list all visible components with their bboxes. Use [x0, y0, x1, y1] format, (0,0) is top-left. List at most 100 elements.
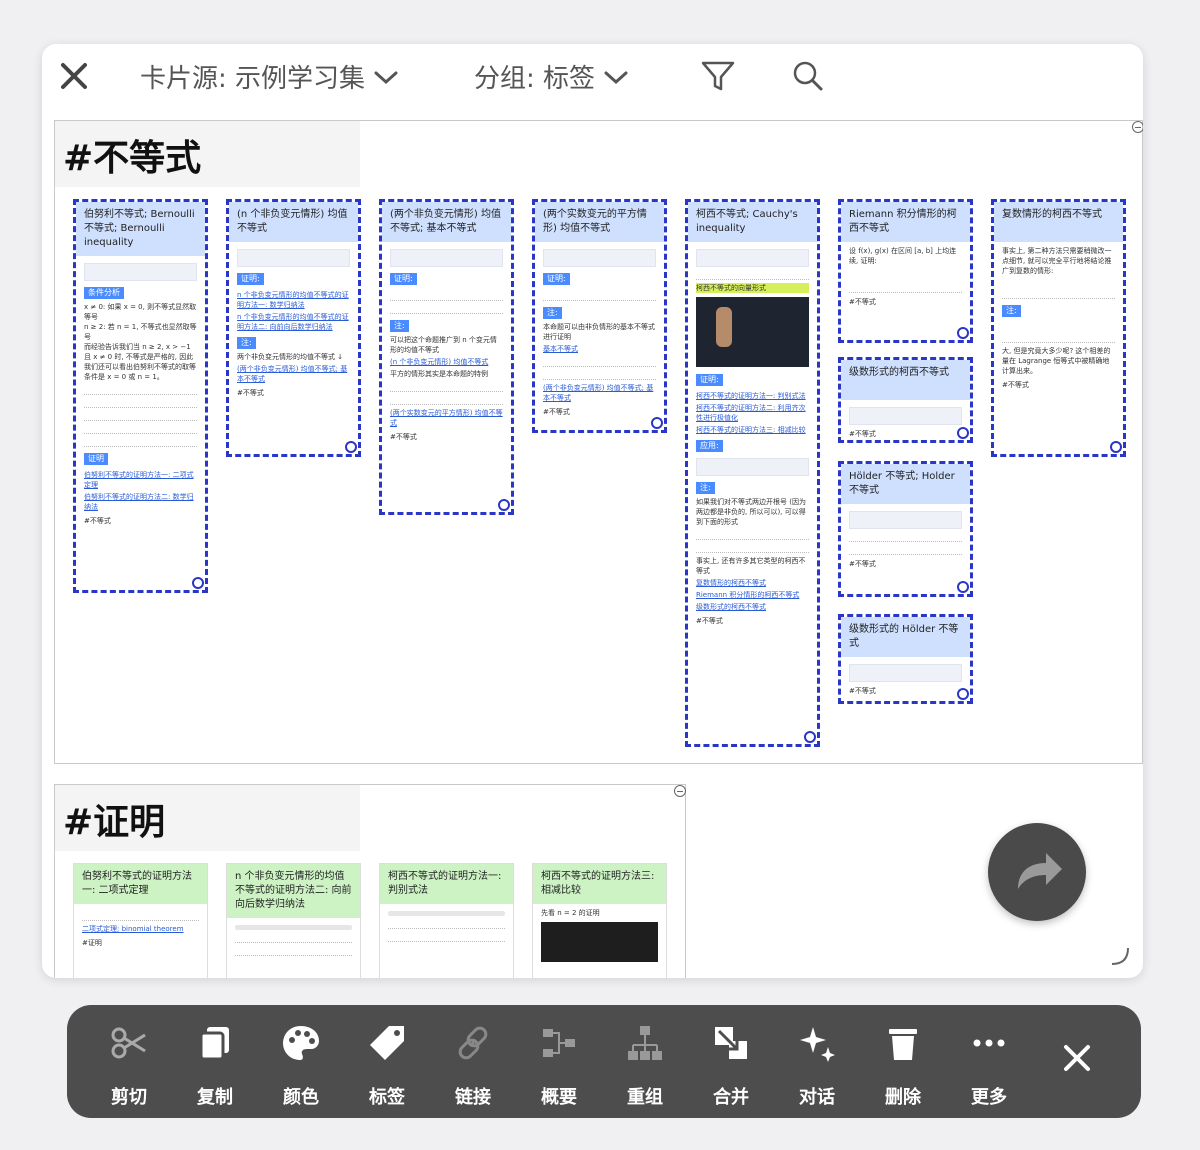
resize-handle-icon[interactable]	[498, 499, 510, 511]
resize-corner-icon[interactable]	[1108, 944, 1132, 968]
card-tag[interactable]: #不等式	[390, 432, 503, 442]
card-proof-bernoulli[interactable]: 伯努利不等式的证明方法一: 二项式定理 二项式定理; binomial theo…	[73, 863, 208, 978]
card-title: 伯努利不等式的证明方法一: 二项式定理	[74, 864, 207, 904]
card-line: 大, 但是究竟大多少呢? 这个相差的量在 Lagrange 恒等式中被精确地计算…	[1002, 347, 1111, 375]
resize-handle-icon[interactable]	[1110, 441, 1122, 453]
resize-handle-icon[interactable]	[804, 731, 816, 743]
toolbar-close-button[interactable]	[1037, 1038, 1117, 1082]
card-tag[interactable]: #不等式	[849, 429, 962, 439]
tool-label: 重组	[627, 1087, 663, 1108]
section-label: 注:	[237, 337, 256, 349]
card-cauchy[interactable]: 柯西不等式; Cauchy's inequality 柯西不等式的向量形式 证明…	[685, 199, 820, 747]
card-riemann-cauchy[interactable]: Riemann 积分情形的柯西不等式 设 f(x), g(x) 在区间 [a, …	[838, 199, 973, 343]
card-bernoulli[interactable]: 伯努利不等式; Bernoulli 不等式; Bernoulli inequal…	[73, 199, 208, 593]
tool-label: 链接	[455, 1087, 491, 1108]
card-highlight: 柯西不等式的向量形式	[696, 283, 809, 293]
card-browser-panel: 卡片源: 示例学习集 分组: 标签 #不等式 伯努利不等式; Bernoulli…	[42, 44, 1143, 978]
color-button[interactable]: 颜色	[261, 1023, 341, 1109]
resize-handle-icon[interactable]	[957, 688, 969, 700]
copy-icon	[199, 1027, 229, 1061]
filter-icon[interactable]	[700, 58, 736, 94]
collapse-group-icon[interactable]	[674, 785, 686, 797]
card-image	[390, 249, 503, 267]
card-link[interactable]: (两个非负变元情形) 均值不等式; 基本不等式	[543, 383, 656, 403]
card-tag[interactable]: #不等式	[849, 686, 962, 696]
card-proof-cauchy-3[interactable]: 柯西不等式的证明方法三: 相减比较 先看 n = 2 的证明	[532, 863, 667, 978]
card-mean-inequality-2[interactable]: (两个非负变元情形) 均值不等式; 基本不等式 证明: 注: 可以把这个命题推广…	[379, 199, 514, 515]
section-label: 证明:	[390, 273, 417, 285]
tag-button[interactable]: 标签	[347, 1023, 427, 1109]
resize-handle-icon[interactable]	[192, 577, 204, 589]
video-thumbnail[interactable]	[696, 297, 809, 367]
share-button[interactable]	[988, 823, 1086, 921]
card-line: x ≠ 0: 如果 x = 0, 则不等式显然取等号	[84, 303, 197, 321]
card-tag[interactable]: #不等式	[543, 407, 656, 417]
resize-handle-icon[interactable]	[345, 441, 357, 453]
resize-handle-icon[interactable]	[957, 427, 969, 439]
collapse-group-icon[interactable]	[1132, 121, 1143, 133]
resize-handle-icon[interactable]	[651, 417, 663, 429]
card-tag[interactable]: #不等式	[1002, 380, 1115, 390]
card-tag[interactable]: #不等式	[237, 388, 350, 398]
card-holder[interactable]: Hölder 不等式; Holder 不等式 #不等式	[838, 461, 973, 597]
link-button[interactable]: 链接	[433, 1023, 513, 1109]
card-tag[interactable]: #不等式	[84, 516, 197, 526]
card-title: 复数情形的柯西不等式	[994, 202, 1123, 242]
card-mean-inequality-n[interactable]: (n 个非负变元情形) 均值不等式 证明: n 个非负变元情形的均值不等式的证明…	[226, 199, 361, 457]
merge-icon	[715, 1027, 747, 1059]
card-link[interactable]: 基本不等式	[543, 344, 656, 354]
card-proof-mean[interactable]: n 个非负变元情形的均值不等式的证明方法二: 向前向后数学归纳法	[226, 863, 361, 978]
tool-label: 更多	[971, 1087, 1007, 1108]
merge-button[interactable]: 合并	[691, 1023, 771, 1109]
card-source-dropdown[interactable]: 卡片源: 示例学习集	[140, 58, 399, 95]
card-title: 伯努利不等式; Bernoulli 不等式; Bernoulli inequal…	[76, 202, 205, 256]
card-link[interactable]: (两个实数变元的平方情形) 均值不等式	[390, 408, 503, 428]
card-tag[interactable]: #不等式	[849, 559, 962, 569]
trash-icon	[889, 1029, 917, 1060]
section-label: 应用:	[696, 440, 723, 452]
card-tag[interactable]: #不等式	[696, 616, 809, 626]
card-link[interactable]: (两个非负变元情形) 均值不等式; 基本不等式	[237, 364, 350, 384]
regroup-button[interactable]: 重组	[605, 1023, 685, 1109]
section-label: 证明	[84, 453, 108, 465]
link-icon	[458, 1026, 488, 1060]
card-link[interactable]: 柯西不等式的证明方法一: 判别式法	[696, 391, 809, 401]
outline-button[interactable]: 概要	[519, 1023, 599, 1109]
sparkle-icon	[800, 1027, 835, 1062]
card-link[interactable]: 伯努利不等式的证明方法一: 二项式定理	[84, 470, 197, 490]
card-link[interactable]: (n 个非负变元情形) 均值不等式	[390, 357, 503, 367]
resize-handle-icon[interactable]	[957, 327, 969, 339]
close-icon[interactable]	[56, 58, 92, 94]
card-line: 平方的情形其实是本命题的特例	[390, 370, 488, 378]
more-icon	[973, 1039, 1005, 1047]
regroup-icon	[628, 1026, 662, 1060]
card-series-holder[interactable]: 级数形式的 Hölder 不等式 #不等式	[838, 614, 973, 704]
delete-button[interactable]: 删除	[863, 1023, 943, 1109]
cut-button[interactable]: 剪切	[89, 1023, 169, 1109]
card-image	[84, 263, 197, 281]
card-mean-inequality-square[interactable]: (两个实数变元的平方情形) 均值不等式 证明: 注: 本命题可以由非负情形的基本…	[532, 199, 667, 433]
card-link[interactable]: 柯西不等式的证明方法三: 相减比较	[696, 425, 809, 435]
card-line: 可以把这个命题推广到 n 个变元情形的均值不等式	[390, 336, 497, 354]
section-label: 注:	[390, 320, 409, 332]
card-link[interactable]: n 个非负变元情形的均值不等式的证明方法二: 向前向后数学归纳法	[237, 312, 350, 332]
chat-button[interactable]: 对话	[777, 1023, 857, 1109]
card-link[interactable]: 二项式定理; binomial theorem	[82, 924, 199, 934]
card-tag[interactable]: #证明	[82, 938, 199, 948]
group-by-dropdown[interactable]: 分组: 标签	[474, 58, 629, 95]
card-link[interactable]: 复数情形的柯西不等式	[696, 578, 809, 588]
resize-handle-icon[interactable]	[957, 581, 969, 593]
search-icon[interactable]	[790, 58, 826, 94]
card-link[interactable]: Riemann 积分情形的柯西不等式	[696, 590, 809, 600]
card-tag[interactable]: #不等式	[849, 297, 962, 307]
card-link[interactable]: 伯努利不等式的证明方法二: 数学归纳法	[84, 492, 197, 512]
card-link[interactable]: 级数形式的柯西不等式	[696, 602, 809, 612]
card-link[interactable]: 柯西不等式的证明方法二: 利用齐次性进行极值化	[696, 403, 809, 423]
card-series-cauchy[interactable]: 级数形式的柯西不等式 #不等式	[838, 357, 973, 443]
card-link[interactable]: n 个非负变元情形的均值不等式的证明方法一: 数学归纳法	[237, 290, 350, 310]
card-proof-cauchy-1[interactable]: 柯西不等式的证明方法一: 判别式法	[379, 863, 514, 978]
copy-button[interactable]: 复制	[175, 1023, 255, 1109]
more-button[interactable]: 更多	[949, 1023, 1029, 1109]
tool-label: 标签	[369, 1087, 405, 1108]
card-complex-cauchy[interactable]: 复数情形的柯西不等式 事实上, 第二种方法只需要稍微改一点细节, 就可以完全平行…	[991, 199, 1126, 457]
